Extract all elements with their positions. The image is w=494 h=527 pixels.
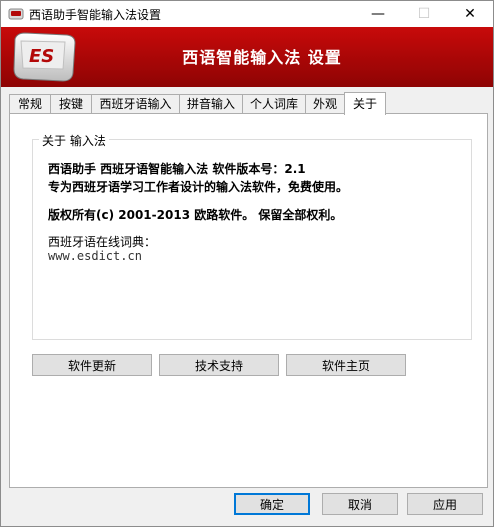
cancel-button[interactable]: 取消 — [322, 493, 398, 515]
settings-window: 西语助手智能输入法设置 — ☐ ✕ ES 西语智能输入法 设置 常规 按键 西班… — [0, 0, 494, 527]
about-groupbox: 关于 输入法 西语助手 西班牙语智能输入法 软件版本号：2.1 专为西班牙语学习… — [32, 132, 472, 340]
software-homepage-button[interactable]: 软件主页 — [286, 354, 406, 376]
tab-appearance[interactable]: 外观 — [305, 94, 345, 114]
header-banner: ES 西语智能输入法 设置 — [1, 27, 493, 87]
app-icon — [8, 8, 24, 20]
tab-keys[interactable]: 按键 — [50, 94, 92, 114]
groupbox-title: 关于 输入法 — [39, 132, 109, 149]
apply-button[interactable]: 应用 — [407, 493, 483, 515]
ok-button[interactable]: 确定 — [234, 493, 310, 515]
maximize-button[interactable]: ☐ — [401, 1, 447, 27]
copyright-text: 版权所有(c) 2001-2013 欧路软件。 保留全部权利。 — [48, 208, 343, 222]
description-text: 专为西班牙语学习工作者设计的输入法软件，免费使用。 — [48, 180, 349, 194]
version-text: 西语助手 西班牙语智能输入法 软件版本号：2.1 — [48, 162, 306, 176]
title-bar: 西语助手智能输入法设置 — ☐ ✕ — [1, 1, 493, 27]
window-title: 西语助手智能输入法设置 — [29, 8, 162, 22]
banner-title: 西语智能输入法 设置 — [182, 48, 342, 67]
website-link[interactable]: www.esdict.cn — [48, 249, 142, 263]
technical-support-button[interactable]: 技术支持 — [159, 354, 279, 376]
dictionary-label: 西班牙语在线词典： — [48, 235, 157, 249]
tab-pinyin-input[interactable]: 拼音输入 — [179, 94, 243, 114]
tab-spanish-input[interactable]: 西班牙语输入 — [91, 94, 180, 114]
tab-general[interactable]: 常规 — [9, 94, 51, 114]
about-tab-panel: 关于 输入法 西语助手 西班牙语智能输入法 软件版本号：2.1 专为西班牙语学习… — [9, 113, 488, 488]
software-update-button[interactable]: 软件更新 — [32, 354, 152, 376]
minimize-button[interactable]: — — [355, 1, 401, 27]
tab-about[interactable]: 关于 — [344, 92, 386, 115]
close-button[interactable]: ✕ — [447, 1, 493, 27]
tab-personal-dictionary[interactable]: 个人词库 — [242, 94, 306, 114]
